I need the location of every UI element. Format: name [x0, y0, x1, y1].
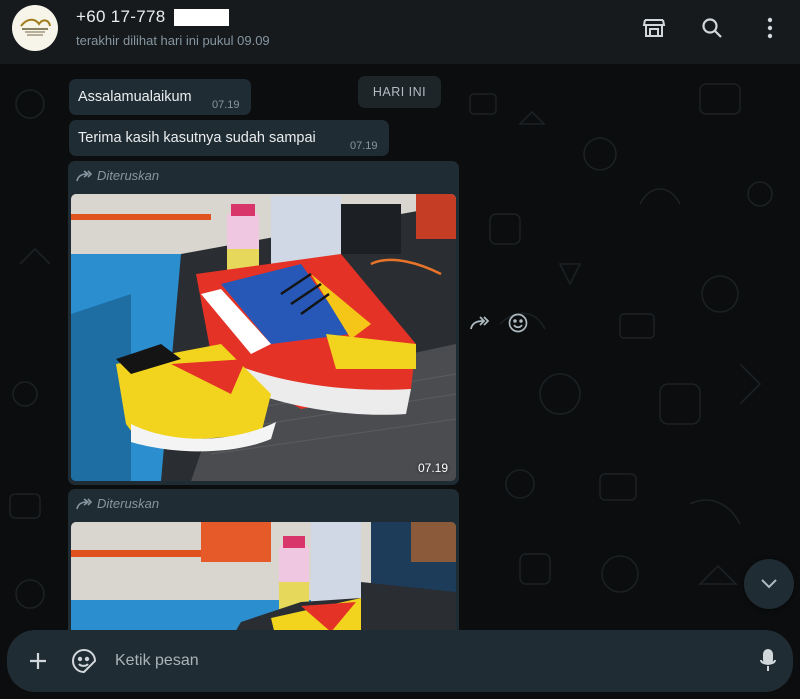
message-time: 07.19 [350, 140, 378, 152]
forwarded-label: Diteruskan [76, 168, 159, 183]
forwarded-image-message[interactable]: Diteruskan [68, 161, 459, 485]
forwarded-image-message[interactable]: Diteruskan [68, 489, 459, 630]
message-text: Assalamualaikum [78, 89, 192, 105]
message-bubble[interactable]: Terima kasih kasutnya sudah sampai 07.19 [69, 120, 389, 156]
composer-area [0, 630, 800, 699]
composer-bar [7, 630, 793, 692]
microphone-icon[interactable] [754, 647, 782, 675]
forwarded-label: Diteruskan [76, 496, 159, 511]
contact-name: +60 17-778 [76, 7, 270, 27]
message-time: 07.19 [212, 99, 240, 111]
forward-icon [76, 497, 92, 509]
shoe-photo[interactable] [71, 522, 456, 630]
forwarded-text: Diteruskan [97, 168, 160, 183]
emoji-reaction-icon[interactable] [507, 312, 529, 334]
message-text: Terima kasih kasutnya sudah sampai [78, 130, 316, 146]
menu-icon[interactable] [756, 14, 784, 42]
contact-avatar[interactable] [12, 5, 58, 51]
chat-header: +60 17-778 terakhir dilihat hari ini puk… [0, 0, 800, 64]
chevron-down-icon [761, 579, 777, 589]
message-bubble[interactable]: Assalamualaikum 07.19 [69, 79, 251, 115]
message-input[interactable] [115, 643, 715, 679]
contact-name-text: +60 17-778 [76, 7, 166, 26]
date-chip: HARI INI [358, 76, 441, 108]
forwarded-text: Diteruskan [97, 496, 160, 511]
forward-action-icon[interactable] [469, 312, 491, 334]
catalog-icon[interactable] [640, 14, 668, 42]
search-icon[interactable] [698, 14, 726, 42]
scroll-down-button[interactable] [744, 559, 794, 609]
forward-icon [76, 169, 92, 181]
shoe-photo[interactable]: 07.19 [71, 194, 456, 481]
redaction-box [173, 8, 229, 26]
chat-area[interactable]: HARI INI Assalamualaikum 07.19 Terima ka… [0, 64, 800, 630]
sticker-icon[interactable] [70, 647, 98, 675]
avatar-logo-icon [16, 13, 54, 43]
last-seen-status: terakhir dilihat hari ini pukul 09.09 [76, 33, 270, 48]
photo-time: 07.19 [417, 461, 448, 475]
contact-info[interactable]: +60 17-778 terakhir dilihat hari ini puk… [76, 7, 270, 48]
attach-plus-icon[interactable] [24, 647, 52, 675]
